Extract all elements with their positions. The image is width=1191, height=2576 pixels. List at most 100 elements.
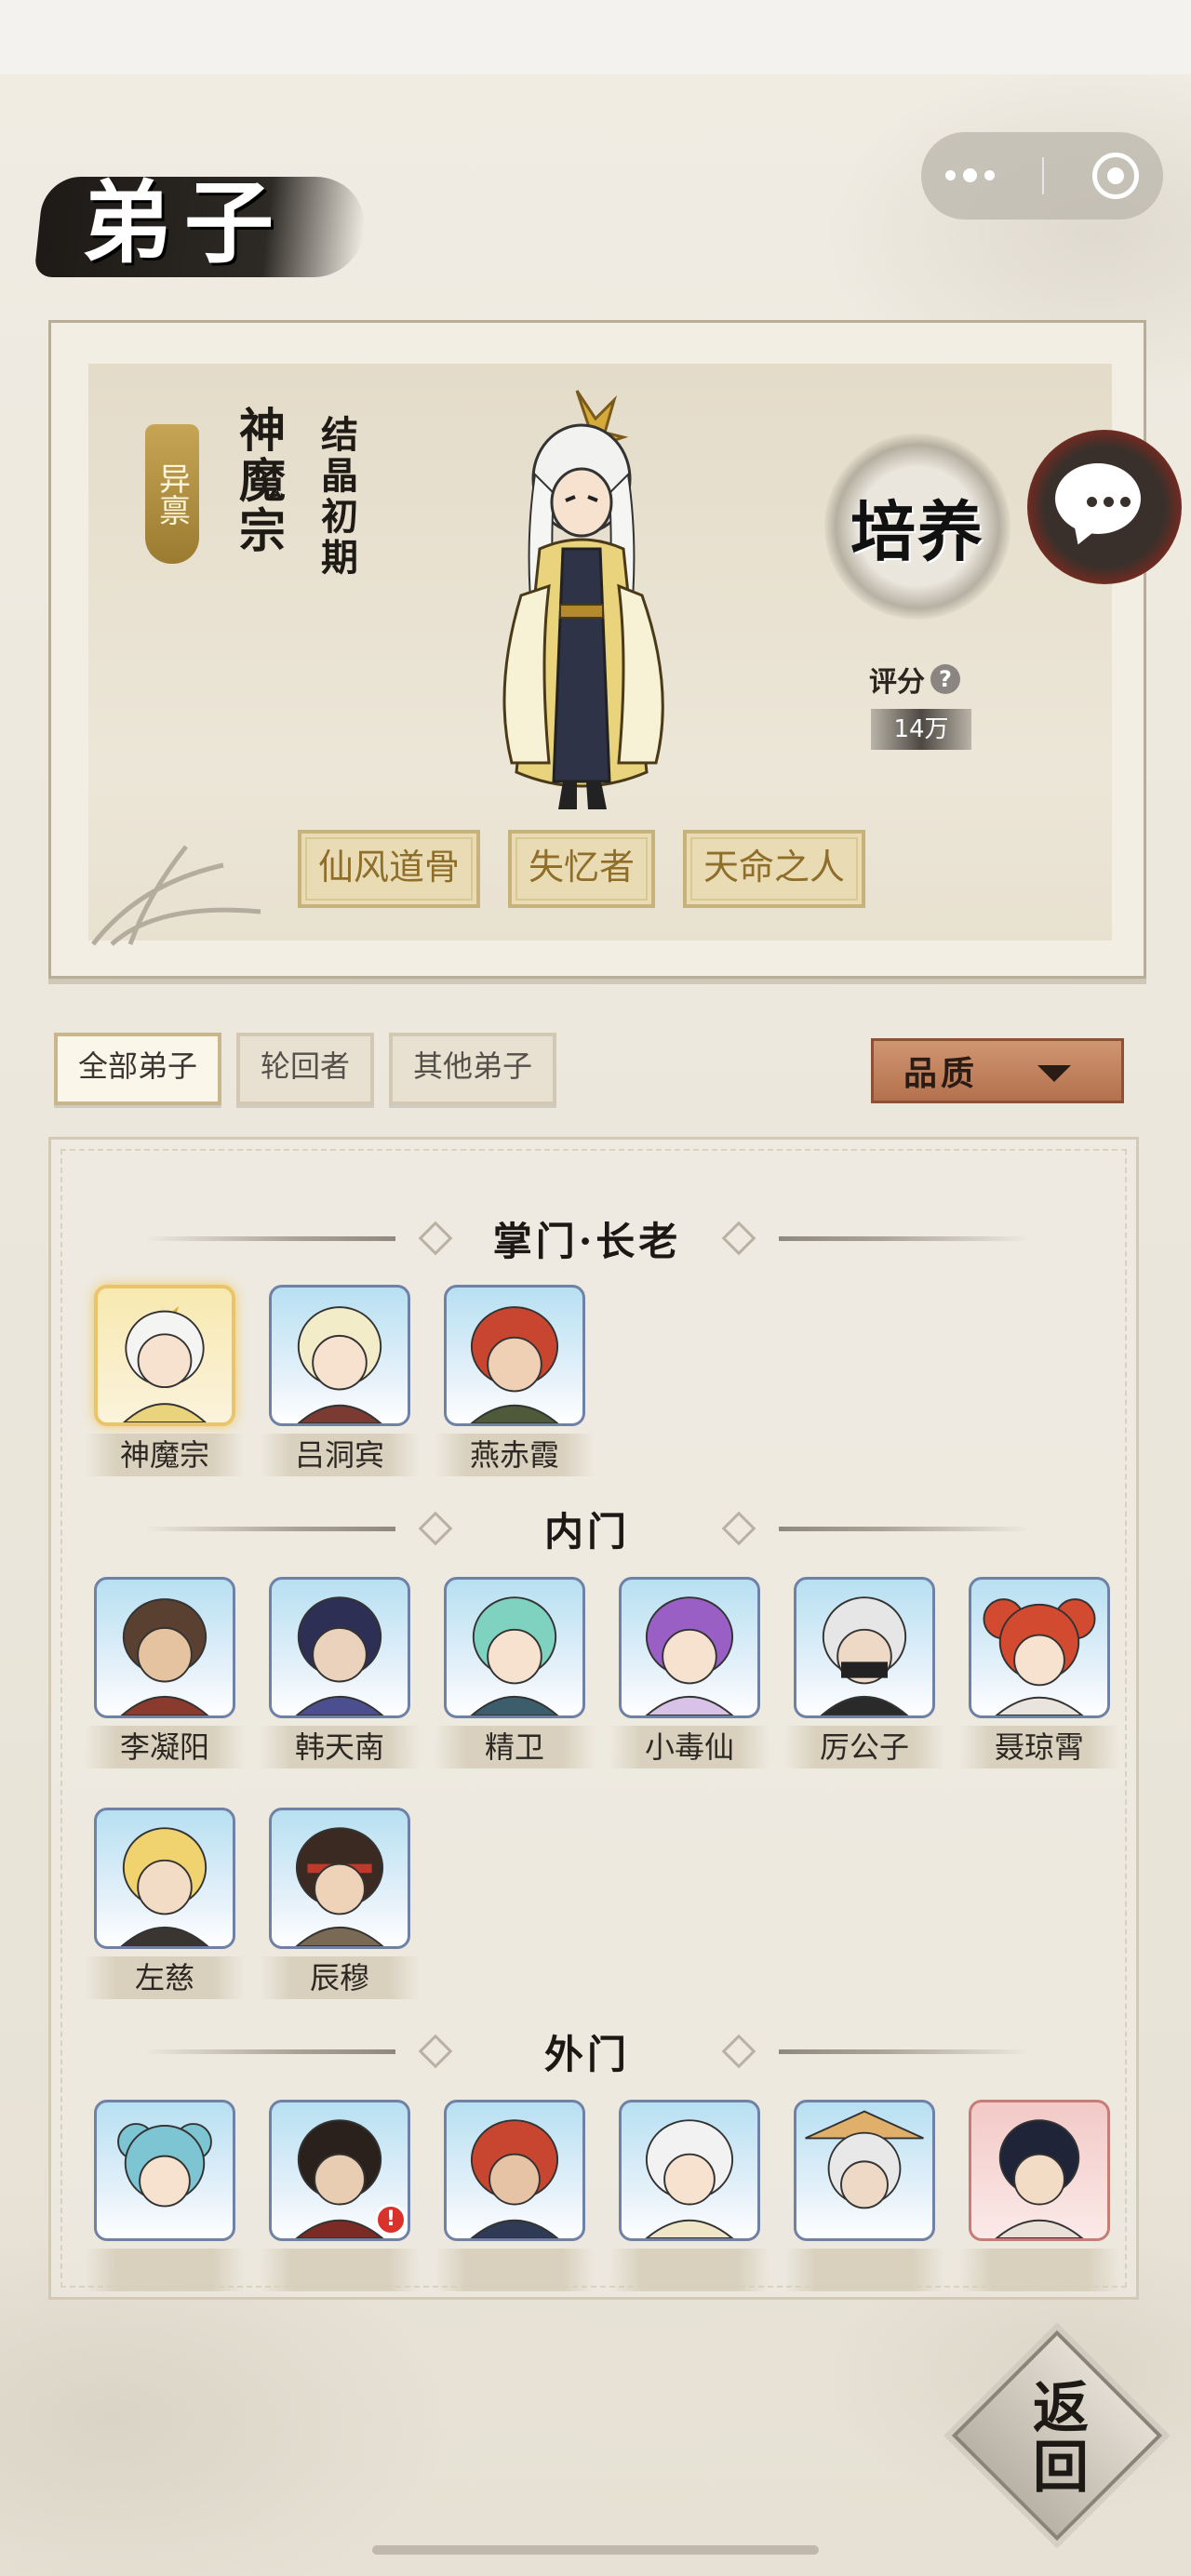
disciple-roster[interactable]: 掌门·长老 神魔宗 吕洞宾 燕赤霞 内门 李凝阳 韩天南 精卫 小毒仙 厉公子 … xyxy=(48,1137,1139,2300)
diamond-ornament-icon xyxy=(418,2034,453,2069)
disciple-name: 韩天南 xyxy=(260,1726,420,1768)
disciple-card[interactable] xyxy=(959,2100,1119,2297)
disciple-name: 精卫 xyxy=(435,1726,595,1768)
disciple-name: 李凝阳 xyxy=(85,1726,245,1768)
diamond-ornament-icon xyxy=(721,1511,756,1546)
disciple-name xyxy=(959,2249,1119,2291)
disciple-avatar xyxy=(794,1577,935,1718)
status-bar xyxy=(0,0,1191,74)
disciple-card[interactable]: 吕洞宾 xyxy=(260,1285,420,1484)
disciple-name xyxy=(435,2249,595,2291)
back-button-label[interactable]: 返回 xyxy=(1024,2363,1089,2512)
score-value: 14万 xyxy=(871,709,971,750)
diamond-ornament-icon xyxy=(418,1221,453,1256)
disciple-name: 辰穆 xyxy=(260,1956,420,1999)
disciple-avatar xyxy=(444,1577,585,1718)
disciple-card[interactable]: 精卫 xyxy=(435,1577,595,1776)
disciple-avatar xyxy=(794,2100,935,2241)
capsule-divider xyxy=(1042,157,1045,194)
help-icon[interactable]: ? xyxy=(930,664,960,694)
section-divider xyxy=(144,2049,395,2054)
disciple-card[interactable]: ! xyxy=(260,2100,420,2297)
disciple-name: 燕赤霞 xyxy=(435,1434,595,1476)
more-icon[interactable] xyxy=(944,167,995,182)
section-divider xyxy=(779,2049,1030,2054)
disciple-name: 厉公子 xyxy=(784,1726,944,1768)
disciple-card[interactable]: 左慈 xyxy=(85,1808,245,2007)
disciple-avatar xyxy=(94,1285,235,1426)
section-title: 掌门·长老 xyxy=(492,1218,682,1264)
disciple-avatar xyxy=(969,2100,1110,2241)
chat-dots-icon xyxy=(1087,497,1131,507)
diamond-ornament-icon xyxy=(721,2034,756,2069)
page-title: 弟子 xyxy=(82,170,287,275)
diamond-ornament-icon xyxy=(721,1221,756,1256)
disciple-card[interactable]: 厉公子 xyxy=(784,1577,944,1776)
disciple-card[interactable]: 韩天南 xyxy=(260,1577,420,1776)
disciple-avatar xyxy=(969,1577,1110,1718)
disciple-avatar xyxy=(94,1808,235,1949)
trait-list: 仙风道骨 失忆者 天命之人 xyxy=(298,830,866,908)
disciple-name: 小毒仙 xyxy=(609,1726,769,1768)
grade-badge: 异禀 xyxy=(145,424,199,564)
disciple-card[interactable]: 神魔宗 xyxy=(85,1285,245,1484)
grass-decoration xyxy=(91,845,261,946)
disciple-avatar xyxy=(94,1577,235,1718)
section-divider xyxy=(144,1235,395,1241)
disciple-portrait[interactable] xyxy=(484,381,689,819)
section-divider xyxy=(779,1526,1030,1531)
quality-sort-label: 品质 xyxy=(903,1054,979,1093)
disciple-card[interactable] xyxy=(609,2100,769,2297)
filter-tabs: 全部弟子 轮回者 其他弟子 xyxy=(54,1033,557,1105)
disciple-avatar xyxy=(619,2100,760,2241)
disciple-card[interactable]: 李凝阳 xyxy=(85,1577,245,1776)
section-header-inner: 内门 xyxy=(51,1501,1123,1556)
disciple-avatar xyxy=(269,1577,410,1718)
cultivation-realm: 结晶初期 xyxy=(314,415,358,579)
disciple-card[interactable]: 辰穆 xyxy=(260,1808,420,2007)
alert-badge-icon: ! xyxy=(375,2204,407,2236)
diamond-ornament-icon xyxy=(418,1511,453,1546)
trait-tag[interactable]: 失忆者 xyxy=(508,830,656,908)
tab-reincarnators[interactable]: 轮回者 xyxy=(236,1033,375,1105)
disciple-name xyxy=(260,2249,420,2291)
section-title: 外门 xyxy=(543,2031,630,2077)
disciple-name xyxy=(609,2249,769,2291)
section-divider xyxy=(144,1526,395,1531)
home-indicator xyxy=(372,2545,819,2555)
chevron-down-icon xyxy=(1037,1065,1071,1082)
disciple-card[interactable] xyxy=(435,2100,595,2297)
disciple-card[interactable]: 聂琼霄 xyxy=(959,1577,1119,1776)
miniprogram-capsule xyxy=(921,132,1163,220)
section-header-outer: 外门 xyxy=(51,2023,1123,2079)
score-label-group: 评分 ? xyxy=(869,659,960,700)
disciple-avatar xyxy=(269,1285,410,1426)
disciple-avatar xyxy=(94,2100,235,2241)
section-header-leaders: 掌门·长老 xyxy=(51,1210,1123,1266)
trait-tag[interactable]: 天命之人 xyxy=(683,830,866,908)
disciple-card[interactable] xyxy=(784,2100,944,2297)
disciple-name: 左慈 xyxy=(85,1956,245,1999)
chat-button[interactable] xyxy=(1027,430,1182,584)
disciple-name: 神魔宗 xyxy=(232,406,287,556)
disciple-avatar xyxy=(269,1808,410,1949)
disciple-avatar xyxy=(444,2100,585,2241)
disciple-name xyxy=(784,2249,944,2291)
section-divider xyxy=(779,1235,1030,1241)
quality-sort-dropdown[interactable]: 品质 xyxy=(871,1038,1124,1103)
tab-all-disciples[interactable]: 全部弟子 xyxy=(54,1033,222,1105)
disciple-name: 吕洞宾 xyxy=(260,1434,420,1476)
disciple-name xyxy=(85,2249,245,2291)
disciple-card[interactable]: 燕赤霞 xyxy=(435,1285,595,1484)
disciple-name: 聂琼霄 xyxy=(959,1726,1119,1768)
disciple-avatar xyxy=(619,1577,760,1718)
disciple-card[interactable]: 小毒仙 xyxy=(609,1577,769,1776)
disciple-card[interactable] xyxy=(85,2100,245,2297)
cultivate-button[interactable]: 培养 xyxy=(824,480,1010,574)
disciple-name: 神魔宗 xyxy=(85,1434,245,1476)
tab-other-disciples[interactable]: 其他弟子 xyxy=(389,1033,557,1105)
trait-tag[interactable]: 仙风道骨 xyxy=(298,830,481,908)
score-label: 评分 xyxy=(869,666,925,699)
close-target-icon[interactable] xyxy=(1092,153,1140,199)
section-title: 内门 xyxy=(543,1508,630,1555)
